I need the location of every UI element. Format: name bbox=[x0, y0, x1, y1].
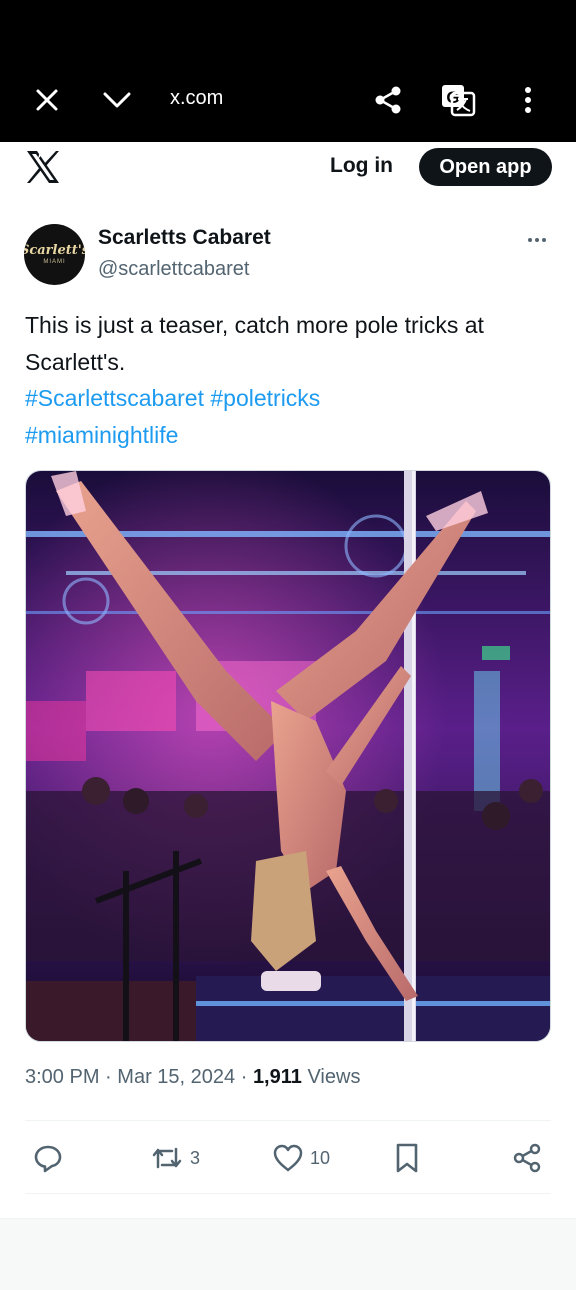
repost-count: 3 bbox=[190, 1147, 201, 1168]
post-media-image[interactable] bbox=[25, 470, 551, 1042]
meta-separator: · bbox=[105, 1066, 112, 1088]
x-header: Log in Open app bbox=[0, 142, 576, 200]
heart-icon bbox=[273, 1144, 303, 1172]
post-date[interactable]: Mar 15, 2024 bbox=[117, 1066, 235, 1088]
close-icon[interactable] bbox=[19, 72, 75, 128]
meta-separator: · bbox=[240, 1066, 248, 1088]
chevron-down-icon[interactable] bbox=[89, 72, 145, 128]
display-name[interactable]: Scarletts Cabaret bbox=[98, 226, 271, 250]
avatar-sub: MIAMI bbox=[43, 259, 66, 265]
repost-icon bbox=[152, 1147, 182, 1169]
hashtag-link[interactable]: #miaminightlife bbox=[25, 422, 178, 448]
share-icon bbox=[513, 1143, 541, 1173]
post-body: This is just a teaser, catch more pole t… bbox=[25, 312, 484, 375]
post-text: This is just a teaser, catch more pole t… bbox=[25, 307, 555, 453]
page-footer-area bbox=[0, 1218, 576, 1290]
hashtag-link[interactable]: #poletricks bbox=[210, 385, 320, 411]
status-bar bbox=[0, 0, 576, 58]
bookmark-button[interactable] bbox=[393, 1138, 421, 1178]
post-time[interactable]: 3:00 PM bbox=[25, 1066, 99, 1088]
more-horizontal-icon[interactable] bbox=[522, 228, 552, 252]
divider bbox=[25, 1120, 551, 1121]
avatar[interactable]: Scarlett's MIAMI bbox=[24, 224, 85, 285]
share-icon[interactable] bbox=[360, 72, 416, 128]
divider bbox=[25, 1193, 551, 1194]
views-label: Views bbox=[307, 1066, 361, 1088]
repost-button[interactable]: 3 bbox=[150, 1138, 200, 1178]
open-app-button[interactable]: Open app bbox=[419, 148, 552, 186]
url-text[interactable]: x.com bbox=[170, 87, 223, 110]
reply-icon bbox=[34, 1145, 62, 1173]
avatar-brand: Scarlett's bbox=[24, 243, 85, 258]
like-count: 10 bbox=[310, 1147, 331, 1168]
login-link[interactable]: Log in bbox=[330, 154, 393, 178]
user-handle[interactable]: @scarlettcabaret bbox=[98, 258, 249, 281]
views-count: 1,911 bbox=[252, 1066, 302, 1088]
more-vertical-icon[interactable] bbox=[500, 72, 556, 128]
like-button[interactable]: 10 bbox=[272, 1138, 330, 1178]
translate-icon[interactable]: G bbox=[430, 72, 486, 128]
post-meta: 3:00 PM · Mar 15, 2024 · 1,911 Views bbox=[25, 1066, 360, 1089]
browser-toolbar: x.com G bbox=[0, 58, 576, 142]
bookmark-icon bbox=[396, 1143, 418, 1173]
x-logo-icon[interactable] bbox=[24, 148, 62, 186]
share-post-button[interactable] bbox=[511, 1138, 543, 1178]
hashtag-link[interactable]: #Scarlettscabaret bbox=[25, 385, 204, 411]
reply-button[interactable] bbox=[32, 1138, 70, 1178]
